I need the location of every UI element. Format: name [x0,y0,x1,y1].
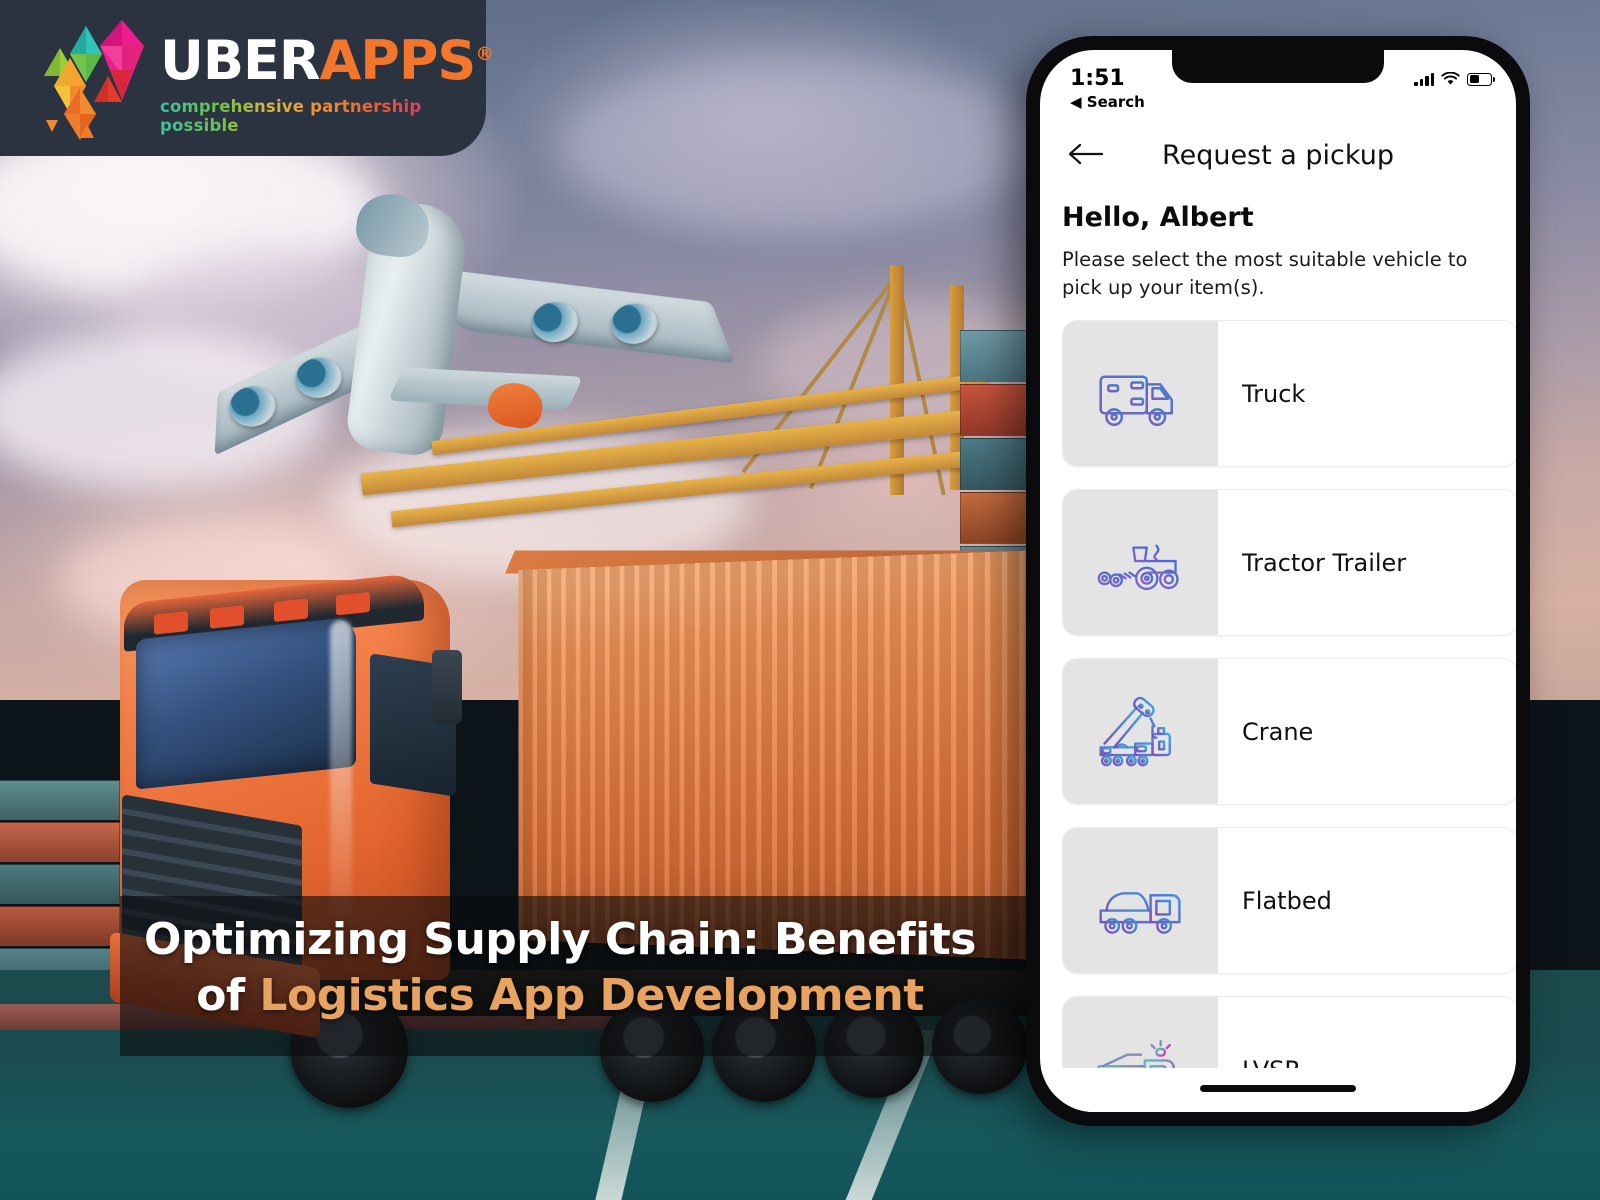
vehicle-option-flatbed[interactable]: Flatbed [1062,827,1516,974]
vehicle-label: Flatbed [1242,886,1332,915]
vehicle-list[interactable]: Truck Tractor Trailer Crane Flatbed [1062,320,1516,1112]
poster-canvas: UBERAPPS® comprehensive partnership poss… [0,0,1600,1200]
phone-mockup: 1:51 ◀ Search Request a pickup Hello, Al… [1026,36,1530,1126]
nav-bar: Request a pickup [1040,132,1516,192]
brand-name-primary: UBER [160,29,320,92]
banner-title-line1: Optimizing Supply Chain: Benefits [144,914,976,965]
uberapps-triangles-logo-icon [24,14,154,144]
banner-title-line2-plain: of [196,969,260,1021]
cellular-signal-icon [1414,72,1434,86]
greeting-text: Hello, Albert [1062,202,1254,233]
banner-title: Optimizing Supply Chain: Benefits of Log… [120,912,1000,1024]
tractor-trailer-icon [1063,490,1218,635]
status-back-label: Search [1086,93,1145,111]
phone-notch [1172,50,1384,83]
battery-icon [1467,72,1495,86]
flatbed-icon [1063,828,1218,973]
vehicle-label: Crane [1242,717,1314,746]
brand-logo-panel: UBERAPPS® comprehensive partnership poss… [0,0,494,156]
brand-tagline: comprehensive partnership possible [160,97,493,135]
brand-wordmark: UBERAPPS® comprehensive partnership poss… [160,34,494,136]
page-title: Request a pickup [1162,140,1394,171]
wifi-icon [1441,72,1460,85]
banner-title-accent: Logistics App Development [259,969,924,1021]
instruction-text: Please select the most suitable vehicle … [1062,248,1468,299]
vehicle-option-tractor-trailer[interactable]: Tractor Trailer [1062,489,1516,636]
triangle-left-icon: ◀ [1070,93,1082,111]
phone-screen: 1:51 ◀ Search Request a pickup Hello, Al… [1040,50,1516,1112]
banner-title-line2: of Logistics App Development [120,968,1000,1024]
status-back-to-search[interactable]: ◀ Search [1070,93,1490,111]
vehicle-option-crane[interactable]: Crane [1062,658,1516,805]
vehicle-label: Truck [1242,379,1306,408]
brand-name-secondary: APPS [319,29,476,92]
crane-icon [1063,659,1218,804]
status-indicators [1414,72,1495,86]
vehicle-option-truck[interactable]: Truck [1062,320,1516,467]
registered-mark: ® [475,43,494,65]
truck-icon [1063,321,1218,466]
vehicle-label: Tractor Trailer [1242,548,1407,577]
home-indicator[interactable] [1200,1085,1356,1092]
